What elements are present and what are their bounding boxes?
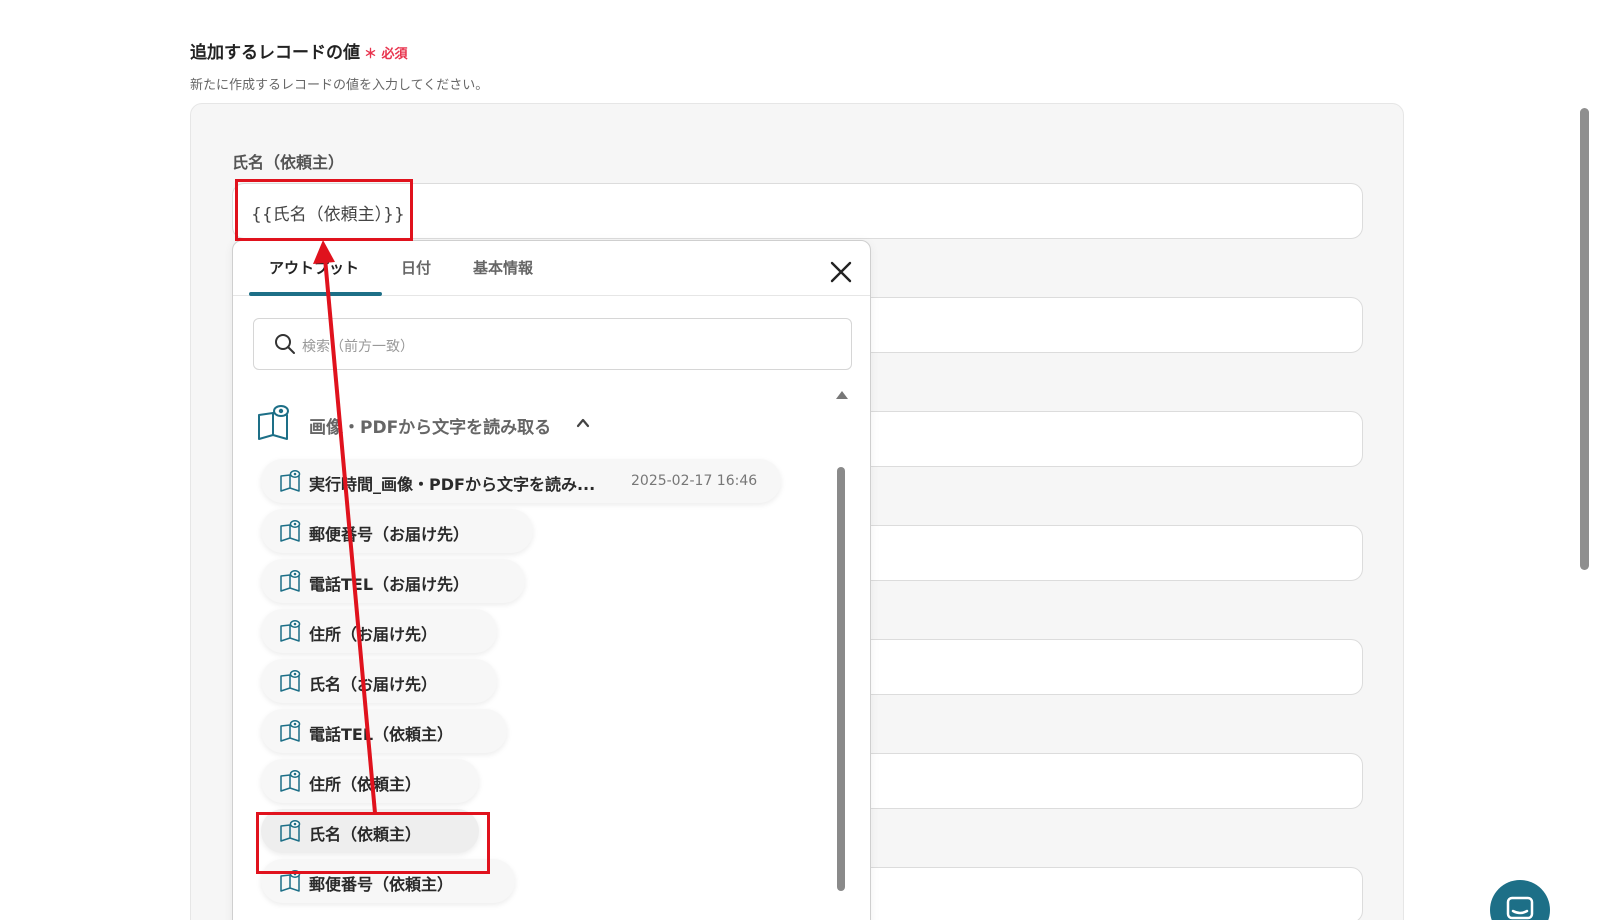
book-eye-icon <box>280 670 301 692</box>
group-title: 画像・PDFから文字を読み取る <box>309 418 552 438</box>
chat-button[interactable] <box>1490 880 1550 920</box>
chevron-up-icon[interactable] <box>575 415 591 431</box>
chat-icon <box>1506 896 1534 920</box>
page: 追加するレコードの値 ＊ 必須 新たに作成するレコードの値を入力してください。 氏… <box>0 0 1600 920</box>
search-input[interactable]: 検索（前方一致） <box>253 318 852 370</box>
variable-picker-popup: アウトプット 日付 基本情報 検索（前方一致） 画像・PDFから文字を読み取る <box>232 240 871 920</box>
output-item[interactable]: 郵便番号（依頼主） <box>261 859 515 903</box>
name-field-value: {{氏名（依頼主）}} <box>251 205 405 225</box>
book-eye-icon <box>280 570 301 592</box>
required-badge: ＊ 必須 <box>364 47 408 62</box>
close-icon[interactable] <box>828 259 854 285</box>
section-description: 新たに作成するレコードの値を入力してください。 <box>190 78 489 93</box>
group-header[interactable]: 画像・PDFから文字を読み取る <box>255 401 615 445</box>
output-item-label: 実行時間_画像・PDFから文字を読み... <box>309 475 596 494</box>
output-item-label: 住所（依頼主） <box>309 775 422 794</box>
scroll-up-arrow[interactable] <box>836 391 848 399</box>
book-eye-icon <box>280 820 301 842</box>
page-scrollbar[interactable] <box>1580 108 1589 570</box>
book-eye-icon <box>280 520 301 542</box>
book-eye-icon <box>280 770 301 792</box>
name-field[interactable]: {{氏名（依頼主）}} <box>232 183 1363 239</box>
field-label: 氏名（依頼主） <box>232 153 345 172</box>
book-eye-icon <box>258 405 289 440</box>
output-item[interactable]: 氏名（お届け先） <box>261 659 497 703</box>
output-item-label: 氏名（依頼主） <box>309 825 422 844</box>
output-item-label: 電話TEL（お届け先） <box>309 575 470 594</box>
output-item-label: 郵便番号（依頼主） <box>309 875 454 894</box>
search-placeholder: 検索（前方一致） <box>302 339 414 355</box>
output-item[interactable]: 住所（依頼主） <box>261 759 479 803</box>
output-item[interactable]: 電話TEL（依頼主） <box>261 709 507 753</box>
section-title-text: 追加するレコードの値 <box>190 43 360 63</box>
section-title: 追加するレコードの値 ＊ 必須 <box>190 38 408 63</box>
output-item-label: 氏名（お届け先） <box>309 675 438 694</box>
active-tab-indicator <box>249 292 382 296</box>
output-item[interactable]: 郵便番号（お届け先） <box>261 509 533 553</box>
output-item-date: 2025-02-17 16:46 <box>631 473 758 489</box>
tab-basic-info[interactable]: 基本情報 <box>473 257 533 278</box>
tab-bar: アウトプット 日付 基本情報 <box>233 241 870 296</box>
output-item[interactable]: 住所（お届け先） <box>261 609 497 653</box>
output-item-label: 電話TEL（依頼主） <box>309 725 454 744</box>
output-item-label: 郵便番号（お届け先） <box>309 525 470 544</box>
book-eye-icon <box>280 470 301 492</box>
tab-output[interactable]: アウトプット <box>269 257 359 278</box>
output-item-selected[interactable]: 氏名（依頼主） <box>261 809 479 853</box>
output-item[interactable]: 実行時間_画像・PDFから文字を読み... 2025-02-17 16:46 <box>261 459 781 503</box>
output-item-label: 住所（お届け先） <box>309 625 438 644</box>
book-eye-icon <box>280 720 301 742</box>
book-eye-icon <box>280 620 301 642</box>
tab-date[interactable]: 日付 <box>401 257 431 278</box>
output-item[interactable]: 電話TEL（お届け先） <box>261 559 525 603</box>
book-eye-icon <box>280 870 301 892</box>
search-icon <box>275 334 295 354</box>
popup-scrollbar-thumb[interactable] <box>837 467 845 891</box>
